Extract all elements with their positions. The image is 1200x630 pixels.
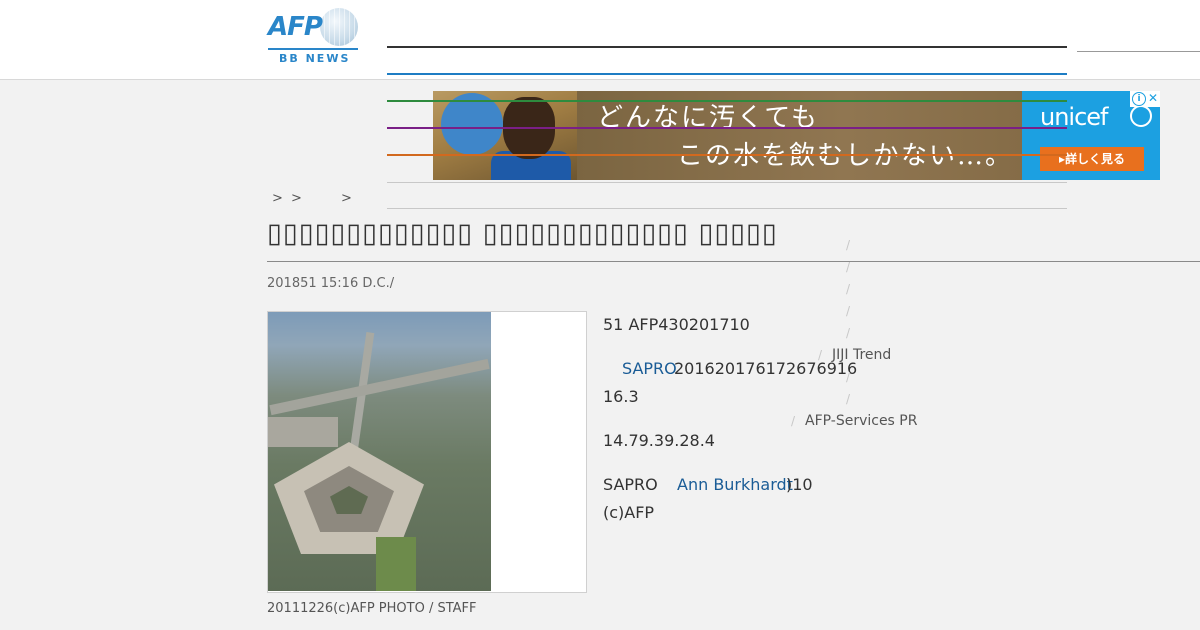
ad-close-icon[interactable]: ✕ (1147, 91, 1159, 105)
article-meta: 201851 15:16 D.C./ (267, 276, 395, 291)
globe-icon (320, 8, 358, 46)
logo-sub-text: BB NEWS (279, 52, 351, 65)
list-separator: / (846, 370, 851, 384)
article-paragraph-3: 16.3 (603, 387, 639, 406)
ad-bucket-shape (441, 93, 503, 155)
ad-choices: i ✕ (1130, 91, 1160, 107)
article-paragraph-2: 20162017617267691​6 (674, 359, 858, 378)
ad-text-panel: どんなに汚くても この水を飲むしかない…。 (577, 91, 1022, 180)
menu-line-orange (387, 154, 1067, 156)
ad-info-icon[interactable]: i (1132, 92, 1146, 106)
unicef-emblem-icon (1130, 105, 1152, 127)
photo-parking-lot (268, 417, 338, 447)
menu-line-green (387, 100, 1067, 102)
breadcrumb-sep: > (341, 191, 352, 206)
article-paragraph-5-tail: )10 (786, 475, 813, 494)
breadcrumb-sep: > (291, 191, 302, 206)
ad-details-button[interactable]: ▸詳しく見る (1040, 147, 1144, 171)
menu-line-grey (387, 182, 1067, 183)
title-divider (267, 261, 1200, 262)
article-title: ▯▯▯▯▯▯▯▯▯▯▯▯▯ ▯▯▯▯▯▯▯▯▯▯▯▯▯ ▯▯▯▯▯ (267, 218, 778, 249)
list-separator: / (846, 326, 851, 340)
list-separator: / (846, 304, 851, 318)
article-paragraph-4: 14.79.39.28.4 (603, 431, 715, 450)
article-credit: (c)AFP (603, 503, 655, 522)
photo-caption: 20111226(c)AFP PHOTO / STAFF (267, 601, 477, 616)
nav-divider-right (1077, 51, 1200, 52)
photo-field (376, 537, 416, 591)
site-header (0, 0, 1200, 80)
logo-underline (268, 48, 358, 50)
nav-divider-dark (387, 46, 1067, 48)
ad-photo-child-drinking (433, 91, 577, 180)
list-separator: / (846, 260, 851, 274)
list-separator: / (846, 238, 851, 252)
article-photo-pentagon[interactable] (268, 312, 491, 591)
afp-bb-news-logo[interactable]: AFP BB NEWS (268, 8, 360, 65)
photo-highway (269, 358, 490, 416)
author-link[interactable]: Ann Burkhardt (677, 475, 793, 494)
menu-line-purple (387, 127, 1067, 129)
article-paragraph-1: 51 AFP430201710 (603, 315, 750, 334)
article-paragraph-5: SAPRO (603, 475, 658, 494)
list-separator: / (846, 392, 851, 406)
unicef-ad-banner[interactable]: どんなに汚くても この水を飲むしかない…。 unicef ▸詳しく見る i ✕ (433, 91, 1160, 180)
sapro-link[interactable]: SAPRO (622, 359, 677, 378)
nav-divider-blue (387, 73, 1067, 75)
list-separator: / (791, 414, 796, 428)
logo-afp-text: AFP (268, 12, 323, 42)
list-separator: / (846, 282, 851, 296)
afp-services-link[interactable]: AFP-Services PR (805, 413, 917, 429)
breadcrumb-sep: > (272, 191, 283, 206)
jiji-trend-link[interactable]: JIJI Trend (832, 347, 891, 363)
menu-line-grey-2 (387, 208, 1067, 209)
list-separator: / (818, 348, 823, 362)
